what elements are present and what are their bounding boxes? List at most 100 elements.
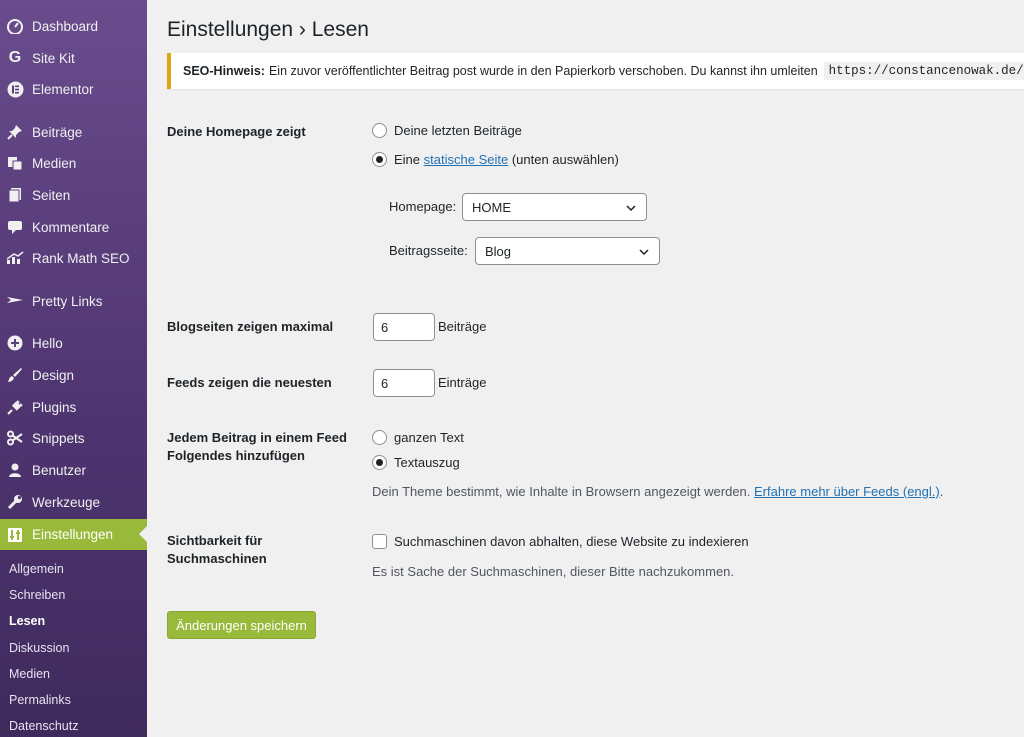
- sidebar-item-label: Dashboard: [32, 18, 99, 34]
- settings-icon: [6, 526, 24, 544]
- radio-button[interactable]: [372, 123, 387, 138]
- plus-circle-icon: [6, 334, 24, 352]
- select-value: Blog: [485, 243, 512, 259]
- submenu-item-lesen[interactable]: Lesen: [9, 614, 45, 628]
- visibility-label: Sichtbarkeit für Suchmaschinen: [167, 532, 267, 568]
- postspage-select-label: Beitragsseite:: [389, 243, 468, 258]
- sidebar-item-plugins[interactable]: Plugins: [0, 392, 147, 422]
- sidebar-item-hello[interactable]: Hello: [0, 328, 147, 358]
- sidebar-item-label: Rank Math SEO: [32, 250, 130, 266]
- feed-content-label-line1: Jedem Beitrag in einem Feed: [167, 430, 347, 445]
- comment-icon: [6, 218, 24, 236]
- sidebar-item-tools[interactable]: Werkzeuge: [0, 487, 147, 517]
- radio-latest-posts[interactable]: Deine letzten Beiträge: [372, 123, 522, 138]
- sidebar-item-pretty-links[interactable]: Pretty Links: [0, 286, 147, 316]
- sidebar-item-site-kit[interactable]: G Site Kit: [0, 43, 147, 73]
- radio-button[interactable]: [372, 455, 387, 470]
- notice-label: SEO-Hinweis:: [183, 64, 265, 78]
- visibility-label-line2: Suchmaschinen: [167, 551, 267, 566]
- visibility-description: Es ist Sache der Suchmaschinen, dieser B…: [372, 564, 735, 579]
- radio-full-text[interactable]: ganzen Text: [372, 430, 464, 445]
- radio-label-suffix: (unten auswählen): [511, 152, 619, 167]
- sidebar-item-label: Snippets: [32, 430, 85, 446]
- scissors-icon: [6, 429, 24, 447]
- feeds-label: Feeds zeigen die neuesten: [167, 375, 332, 390]
- homepage-select-label: Homepage:: [389, 199, 457, 214]
- sidebar-item-pages[interactable]: Seiten: [0, 180, 147, 210]
- select-value: HOME: [472, 199, 511, 215]
- pages-icon: [6, 186, 24, 204]
- radio-label-prefix: Eine: [394, 152, 421, 167]
- main-content: Einstellungen › Lesen SEO-Hinweis: Ein z…: [147, 0, 1024, 737]
- checkbox-label: Suchmaschinen davon abhalten, diese Webs…: [394, 534, 749, 549]
- sidebar-item-media[interactable]: Medien: [0, 148, 147, 178]
- pin-icon: [6, 123, 24, 141]
- notice-url: https://constancenowak.de/: [823, 62, 1024, 80]
- feed-desc-end: .: [939, 484, 944, 499]
- sidebar-item-posts[interactable]: Beiträge: [0, 117, 147, 147]
- sidebar-item-design[interactable]: Design: [0, 360, 147, 390]
- feeds-input[interactable]: 6: [373, 369, 435, 397]
- sidebar-item-label: Medien: [32, 155, 77, 171]
- discourage-search-checkbox[interactable]: [372, 534, 387, 549]
- wrench-icon: [6, 493, 24, 511]
- blog-pages-label: Blogseiten zeigen maximal: [167, 319, 334, 334]
- sidebar-item-label: Benutzer: [32, 462, 87, 478]
- user-icon: [6, 461, 24, 479]
- blog-pages-unit: Beiträge: [438, 319, 487, 334]
- notice-text: Ein zuvor veröffentlichter Beitrag post …: [268, 64, 818, 78]
- blog-pages-input[interactable]: 6: [373, 313, 435, 341]
- admin-sidebar: Dashboard G Site Kit Elementor Beiträge …: [0, 0, 147, 737]
- dashboard-icon: [6, 17, 24, 35]
- submenu-item-permalinks[interactable]: Permalinks: [9, 693, 71, 707]
- sidebar-item-label: Hello: [32, 335, 63, 351]
- submenu-item-diskussion[interactable]: Diskussion: [9, 641, 69, 655]
- sidebar-item-label: Einstellungen: [32, 527, 114, 542]
- brush-icon: [6, 366, 24, 384]
- sidebar-item-label: Plugins: [32, 399, 77, 415]
- submenu-item-medien[interactable]: Medien: [9, 667, 50, 681]
- sidebar-item-settings[interactable]: Einstellungen: [0, 519, 147, 550]
- feeds-learn-more-link[interactable]: Erfahre mehr über Feeds (engl.): [754, 484, 940, 499]
- radio-label: Textauszug: [394, 455, 460, 470]
- feed-content-label-line2: Folgendes hinzufügen: [167, 448, 305, 463]
- sidebar-item-label: Beiträge: [32, 124, 83, 140]
- rank-math-icon: [6, 249, 24, 267]
- radio-label: ganzen Text: [394, 430, 464, 445]
- sidebar-item-label: Werkzeuge: [32, 494, 101, 510]
- sidebar-item-label: Seiten: [32, 187, 71, 203]
- discourage-search-engines[interactable]: Suchmaschinen davon abhalten, diese Webs…: [372, 534, 749, 549]
- visibility-label-line1: Sichtbarkeit für: [167, 533, 263, 548]
- radio-button[interactable]: [372, 430, 387, 445]
- pretty-links-icon: [6, 292, 24, 310]
- sidebar-item-label: Site Kit: [32, 50, 75, 66]
- radio-label: Deine letzten Beiträge: [394, 123, 522, 138]
- seo-notice: SEO-Hinweis: Ein zuvor veröffentlichter …: [167, 53, 1024, 89]
- save-changes-button[interactable]: Änderungen speichern: [167, 611, 316, 639]
- postspage-select[interactable]: Blog: [475, 237, 660, 265]
- radio-static-page[interactable]: Eine statische Seite (unten auswählen): [372, 152, 619, 167]
- sidebar-item-elementor[interactable]: Elementor: [0, 74, 147, 104]
- radio-excerpt[interactable]: Textauszug: [372, 455, 460, 470]
- feeds-unit: Einträge: [438, 375, 487, 390]
- chevron-down-icon: [639, 249, 649, 256]
- sidebar-item-users[interactable]: Benutzer: [0, 455, 147, 485]
- submenu-item-allgemein[interactable]: Allgemein: [9, 562, 64, 576]
- radio-button[interactable]: [372, 152, 387, 167]
- sidebar-item-label: Kommentare: [32, 219, 110, 235]
- feed-desc-text: Dein Theme bestimmt, wie Inhalte in Brow…: [372, 484, 751, 499]
- static-page-link[interactable]: statische Seite: [424, 152, 509, 167]
- feed-description: Dein Theme bestimmt, wie Inhalte in Brow…: [372, 484, 943, 499]
- homepage-label: Deine Homepage zeigt: [167, 124, 306, 139]
- sidebar-item-label: Pretty Links: [32, 293, 103, 309]
- submenu-item-datenschutz[interactable]: Datenschutz: [9, 719, 78, 733]
- sidebar-item-dashboard[interactable]: Dashboard: [0, 11, 147, 41]
- sidebar-item-label: Elementor: [32, 81, 94, 97]
- sidebar-item-rank-math[interactable]: Rank Math SEO: [0, 243, 147, 273]
- submenu-item-schreiben[interactable]: Schreiben: [9, 588, 65, 602]
- sidebar-item-snippets[interactable]: Snippets: [0, 423, 147, 453]
- homepage-select[interactable]: HOME: [462, 193, 647, 221]
- feed-content-label: Jedem Beitrag in einem Feed Folgendes hi…: [167, 429, 347, 465]
- sidebar-item-comments[interactable]: Kommentare: [0, 212, 147, 242]
- plug-icon: [6, 398, 24, 416]
